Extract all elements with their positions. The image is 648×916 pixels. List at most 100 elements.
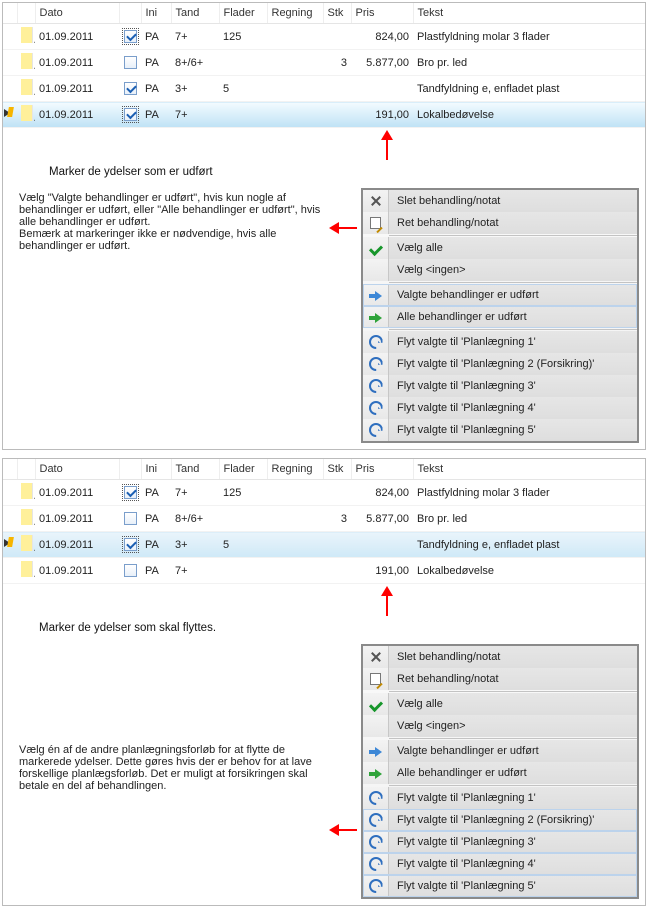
cell-pris: 191,00 xyxy=(351,558,413,584)
grid-header: Dato Ini Tand Flader Regning Stk Pris Te… xyxy=(3,459,645,480)
col-ini[interactable]: Ini xyxy=(141,459,171,480)
caption-2: Marker de ydelser som skal flyttes. xyxy=(3,618,645,638)
cell-tekst: Lokalbedøvelse xyxy=(413,102,645,128)
row-checkbox[interactable] xyxy=(124,512,137,525)
cell-regning xyxy=(267,50,323,76)
loop-icon xyxy=(369,813,383,827)
row-checkbox[interactable] xyxy=(124,56,137,69)
menu-move-plan-3[interactable]: Flyt valgte til 'Planlægning 3' xyxy=(363,375,637,397)
col-dato[interactable]: Dato xyxy=(35,459,119,480)
menu-move-plan-4[interactable]: Flyt valgte til 'Planlægning 4' xyxy=(363,853,637,875)
cell-stk xyxy=(323,24,351,50)
table-row[interactable]: 01.09.2011PA3+5Tandfyldning e, enfladet … xyxy=(3,76,645,102)
cell-ini: PA xyxy=(141,24,171,50)
col-tand[interactable]: Tand xyxy=(171,3,219,24)
menu-select-none[interactable]: Vælg <ingen> xyxy=(363,715,637,737)
cell-pris: 5.877,00 xyxy=(351,506,413,532)
table-row[interactable]: 01.09.2011PA7+191,00Lokalbedøvelse xyxy=(3,102,645,128)
col-regning[interactable]: Regning xyxy=(267,459,323,480)
cell-tekst: Tandfyldning e, enfladet plast xyxy=(413,532,645,558)
delete-icon xyxy=(369,650,383,664)
row-checkbox[interactable] xyxy=(124,30,137,43)
col-ini[interactable]: Ini xyxy=(141,3,171,24)
col-dato[interactable]: Dato xyxy=(35,3,119,24)
menu-move-plan-2[interactable]: Flyt valgte til 'Planlægning 2 (Forsikri… xyxy=(363,809,637,831)
cell-regning xyxy=(267,558,323,584)
cell-tand: 3+ xyxy=(171,76,219,102)
menu-edit[interactable]: Ret behandling/notat xyxy=(363,212,637,234)
col-stk[interactable]: Stk xyxy=(323,459,351,480)
cell-dato: 01.09.2011 xyxy=(35,50,119,76)
row-checkbox[interactable] xyxy=(124,82,137,95)
row-checkbox[interactable] xyxy=(124,564,137,577)
table-row[interactable]: 01.09.2011PA3+5Tandfyldning e, enfladet … xyxy=(3,532,645,558)
row-marker xyxy=(21,483,33,499)
cell-dato: 01.09.2011 xyxy=(35,558,119,584)
loop-icon xyxy=(369,423,383,437)
arrow-up-1 xyxy=(129,130,645,160)
menu-select-none[interactable]: Vælg <ingen> xyxy=(363,259,637,281)
cell-ini: PA xyxy=(141,532,171,558)
cell-tekst: Plastfyldning molar 3 flader xyxy=(413,24,645,50)
menu-move-plan-1[interactable]: Flyt valgte til 'Planlægning 1' xyxy=(363,331,637,353)
cell-ini: PA xyxy=(141,102,171,128)
menu-all-done[interactable]: Alle behandlinger er udført xyxy=(363,306,637,328)
col-regning[interactable]: Regning xyxy=(267,3,323,24)
row-edit-icon xyxy=(3,105,15,121)
menu-all-done[interactable]: Alle behandlinger er udført xyxy=(363,762,637,784)
grid-2: Dato Ini Tand Flader Regning Stk Pris Te… xyxy=(3,459,645,584)
col-pris[interactable]: Pris xyxy=(351,3,413,24)
row-marker xyxy=(21,535,33,551)
menu-select-all[interactable]: Vælg alle xyxy=(363,693,637,715)
cell-flader xyxy=(219,102,267,128)
table-row[interactable]: 01.09.2011PA7+191,00Lokalbedøvelse xyxy=(3,558,645,584)
menu-move-plan-2[interactable]: Flyt valgte til 'Planlægning 2 (Forsikri… xyxy=(363,353,637,375)
cell-pris: 824,00 xyxy=(351,24,413,50)
cell-flader: 125 xyxy=(219,24,267,50)
col-flader[interactable]: Flader xyxy=(219,459,267,480)
menu-move-plan-1[interactable]: Flyt valgte til 'Planlægning 1' xyxy=(363,787,637,809)
menu-delete[interactable]: Slet behandling/notat xyxy=(363,190,637,212)
edit-icon xyxy=(370,217,381,229)
edit-icon xyxy=(370,673,381,685)
menu-move-plan-4[interactable]: Flyt valgte til 'Planlægning 4' xyxy=(363,397,637,419)
col-tekst[interactable]: Tekst xyxy=(413,459,645,480)
menu-selected-done[interactable]: Valgte behandlinger er udført xyxy=(363,740,637,762)
cell-tekst: Plastfyldning molar 3 flader xyxy=(413,480,645,506)
paragraph-2: Vælg én af de andre planlægningsforløb f… xyxy=(3,644,329,796)
col-pris[interactable]: Pris xyxy=(351,459,413,480)
grid-header: Dato Ini Tand Flader Regning Stk Pris Te… xyxy=(3,3,645,24)
cell-flader: 5 xyxy=(219,76,267,102)
menu-select-all[interactable]: Vælg alle xyxy=(363,237,637,259)
cell-tand: 8+/6+ xyxy=(171,50,219,76)
arrow-right-green-icon xyxy=(369,313,383,323)
context-menu-1: Slet behandling/notat Ret behandling/not… xyxy=(361,188,639,443)
cell-tekst: Tandfyldning e, enfladet plast xyxy=(413,76,645,102)
cell-dato: 01.09.2011 xyxy=(35,102,119,128)
table-row[interactable]: 01.09.2011PA7+125824,00Plastfyldning mol… xyxy=(3,480,645,506)
col-tand[interactable]: Tand xyxy=(171,459,219,480)
col-tekst[interactable]: Tekst xyxy=(413,3,645,24)
menu-delete[interactable]: Slet behandling/notat xyxy=(363,646,637,668)
menu-move-plan-5[interactable]: Flyt valgte til 'Planlægning 5' xyxy=(363,875,637,897)
cell-ini: PA xyxy=(141,506,171,532)
col-stk[interactable]: Stk xyxy=(323,3,351,24)
row-checkbox[interactable] xyxy=(124,486,137,499)
arrow-left-1 xyxy=(329,222,357,234)
row-checkbox[interactable] xyxy=(124,538,137,551)
cell-ini: PA xyxy=(141,76,171,102)
cell-regning xyxy=(267,532,323,558)
menu-selected-done[interactable]: Valgte behandlinger er udført xyxy=(363,284,637,306)
table-row[interactable]: 01.09.2011PA7+125824,00Plastfyldning mol… xyxy=(3,24,645,50)
cell-stk: 3 xyxy=(323,506,351,532)
row-checkbox[interactable] xyxy=(124,108,137,121)
loop-icon xyxy=(369,879,383,893)
cell-ini: PA xyxy=(141,480,171,506)
menu-move-plan-3[interactable]: Flyt valgte til 'Planlægning 3' xyxy=(363,831,637,853)
col-flader[interactable]: Flader xyxy=(219,3,267,24)
menu-edit[interactable]: Ret behandling/notat xyxy=(363,668,637,690)
table-row[interactable]: 01.09.2011PA8+/6+35.877,00Bro pr. led xyxy=(3,50,645,76)
menu-move-plan-5[interactable]: Flyt valgte til 'Planlægning 5' xyxy=(363,419,637,441)
cell-tand: 7+ xyxy=(171,480,219,506)
table-row[interactable]: 01.09.2011PA8+/6+35.877,00Bro pr. led xyxy=(3,506,645,532)
